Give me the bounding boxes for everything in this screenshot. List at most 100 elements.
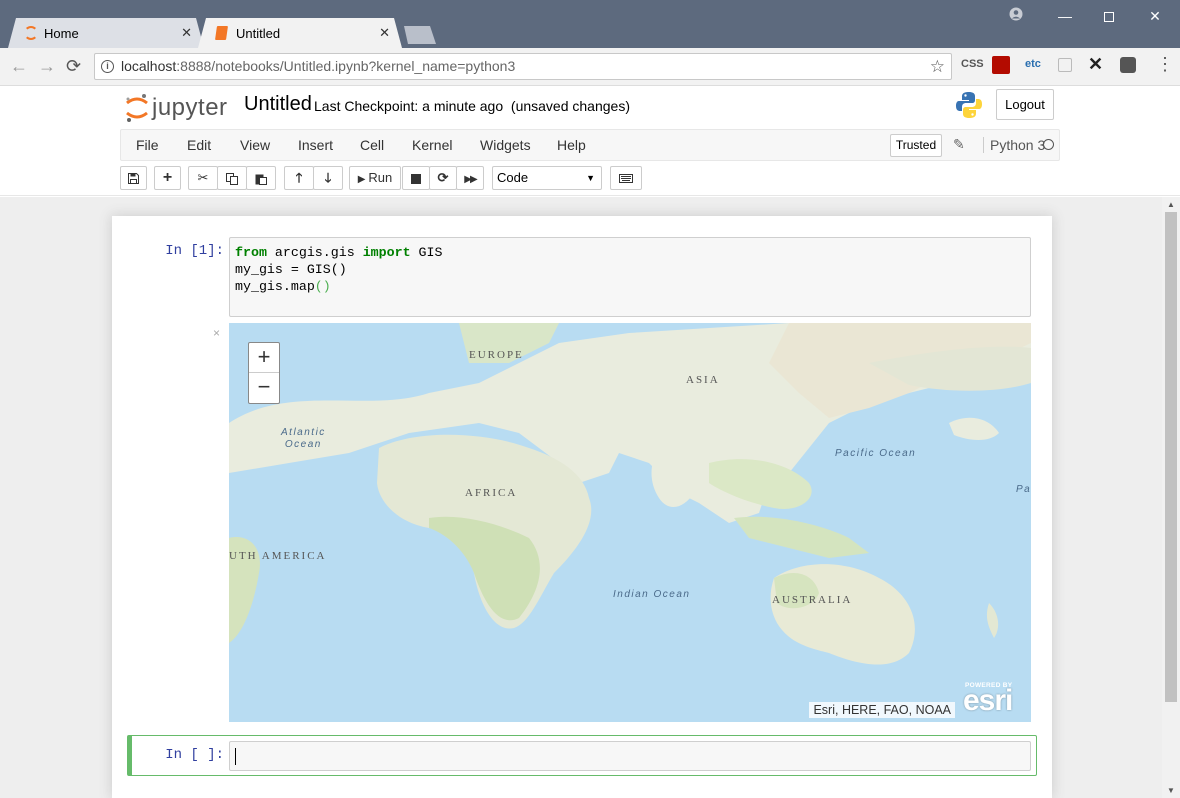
css-extension-icon[interactable]: CSS <box>961 58 984 70</box>
copy-button[interactable] <box>217 166 247 190</box>
run-button[interactable]: ▶ Run <box>349 166 401 190</box>
url-path: :8888/notebooks/Untitled.ipynb?kernel_na… <box>176 58 516 74</box>
edit-pencil-icon[interactable]: ✎ <box>953 136 965 153</box>
browser-titlebar: Home ✕ Untitled ✕ — ✕ <box>0 0 1180 48</box>
stop-button[interactable] <box>402 166 430 190</box>
map-label-atlantic-1: Atlantic <box>281 427 326 438</box>
notebook-name[interactable]: Untitled <box>244 93 312 116</box>
close-tab-home-icon[interactable]: ✕ <box>181 25 192 41</box>
select-arrow-icon: ▼ <box>586 173 595 183</box>
kernel-name[interactable]: Python 3 <box>983 137 1045 153</box>
jupyter-logo-text: jupyter <box>152 94 228 121</box>
logout-button[interactable]: Logout <box>996 89 1054 120</box>
restart-button[interactable]: ⟳ <box>429 166 457 190</box>
tab-home-label: Home <box>44 26 79 41</box>
cell-type-value: Code <box>497 170 529 185</box>
run-icon: ▶ <box>357 174 366 185</box>
fast-forward-icon: ▶▶ <box>464 174 477 185</box>
scroll-down-icon[interactable]: ▼ <box>1167 786 1175 795</box>
esri-logo-text: esri <box>963 684 1013 717</box>
jupyter-logo[interactable]: jupyter <box>124 90 228 126</box>
url-host: localhost <box>121 58 177 74</box>
python-logo-icon <box>956 92 982 118</box>
code-parens: () <box>314 279 331 294</box>
keyword: import <box>362 245 411 260</box>
bookmark-star-icon[interactable]: ☆ <box>930 54 945 79</box>
code-text: my_gis.map <box>235 279 315 294</box>
notebook-container: In [1]: from arcgis.gis import GIS my_gi… <box>112 216 1052 798</box>
cut-button[interactable]: ✂ <box>188 166 218 190</box>
maximize-icon[interactable] <box>1094 6 1124 26</box>
note-extension-icon[interactable] <box>1120 57 1136 73</box>
command-palette-button[interactable] <box>610 166 642 190</box>
reload-icon[interactable]: ⟳ <box>66 56 81 76</box>
move-down-icon: 🡓 <box>324 170 332 185</box>
notebook-toolbar: + ✂ 🡑 🡓 ▶ Run ⟳ ▶▶ Code ▼ <box>120 166 1060 192</box>
kernel-status-icon <box>1043 139 1054 150</box>
minimize-icon[interactable]: — <box>1050 6 1080 26</box>
menu-cell[interactable]: Cell <box>360 137 384 153</box>
tab-untitled[interactable]: Untitled ✕ <box>198 18 402 48</box>
back-icon[interactable]: ← <box>10 56 28 76</box>
code-text: my_gis = GIS() <box>235 262 347 277</box>
tools-extension-icon[interactable]: ✕ <box>1088 54 1103 75</box>
pdf-extension-icon[interactable] <box>992 56 1010 74</box>
zoom-out-button[interactable]: − <box>249 373 279 403</box>
move-down-button[interactable]: 🡓 <box>313 166 343 190</box>
zoom-in-button[interactable]: + <box>249 343 279 373</box>
menu-edit[interactable]: Edit <box>187 137 211 153</box>
close-tab-untitled-icon[interactable]: ✕ <box>379 25 390 41</box>
map-widget[interactable]: EUROPE ASIA AFRICA UTH AMERICA AUSTRALIA… <box>229 323 1031 722</box>
close-output-icon[interactable]: × <box>213 326 220 340</box>
menu-file[interactable]: File <box>136 137 159 153</box>
new-tab-button[interactable] <box>404 26 436 44</box>
map-label-asia: ASIA <box>686 374 720 386</box>
menu-insert[interactable]: Insert <box>298 137 333 153</box>
info-icon: i <box>101 60 114 73</box>
reader-extension-icon[interactable] <box>1058 58 1072 72</box>
scroll-up-icon[interactable]: ▲ <box>1167 200 1175 209</box>
profile-icon[interactable] <box>1001 6 1031 26</box>
etc-extension-icon[interactable]: etc <box>1025 58 1041 70</box>
move-up-button[interactable]: 🡑 <box>284 166 314 190</box>
map-attribution: Esri, HERE, FAO, NOAA <box>809 702 955 718</box>
map-label-europe: EUROPE <box>469 349 524 361</box>
menu-view[interactable]: View <box>240 137 270 153</box>
add-cell-button[interactable]: + <box>154 166 181 190</box>
code-input[interactable] <box>229 741 1031 771</box>
cell-type-select[interactable]: Code ▼ <box>492 166 602 190</box>
paste-icon <box>255 174 267 185</box>
restart-run-all-button[interactable]: ▶▶ <box>456 166 484 190</box>
map-label-atlantic-2: Ocean <box>284 439 322 450</box>
jupyter-header: jupyter Untitled Last Checkpoint: a minu… <box>0 86 1180 196</box>
jupyter-favicon <box>24 26 38 40</box>
menu-widgets[interactable]: Widgets <box>480 137 531 153</box>
jupyter-logo-icon <box>126 94 148 122</box>
close-window-icon[interactable]: ✕ <box>1140 6 1170 26</box>
forward-icon[interactable]: → <box>38 56 56 76</box>
menu-help[interactable]: Help <box>557 137 586 153</box>
tab-home[interactable]: Home ✕ <box>8 18 204 48</box>
notebook-favicon <box>215 26 228 40</box>
code-cell-selected[interactable]: In [ ]: <box>127 735 1037 776</box>
trusted-indicator[interactable]: Trusted <box>890 134 942 157</box>
address-bar: ← → ⟳ i localhost:8888/notebooks/Untitle… <box>0 48 1180 86</box>
paste-button[interactable] <box>246 166 276 190</box>
menu-bar: File Edit View Insert Cell Kernel Widget… <box>120 129 1060 161</box>
code-input[interactable]: from arcgis.gis import GIS my_gis = GIS(… <box>229 237 1031 317</box>
copy-icon <box>226 172 238 185</box>
menu-kernel[interactable]: Kernel <box>412 137 452 153</box>
input-prompt: In [ ]: <box>165 747 224 763</box>
map-label-africa: AFRICA <box>465 487 518 499</box>
scrollbar-thumb[interactable] <box>1165 212 1177 702</box>
text-cursor <box>235 748 236 765</box>
url-input[interactable]: i localhost:8888/notebooks/Untitled.ipyn… <box>94 53 952 80</box>
code-text: arcgis.gis <box>266 245 363 260</box>
chrome-menu-icon[interactable]: ⋮ <box>1156 55 1174 73</box>
keyword: from <box>235 245 267 260</box>
input-prompt: In [1]: <box>165 243 224 259</box>
esri-logo[interactable]: POWERED BY esri <box>963 682 1023 716</box>
run-label: Run <box>368 170 393 185</box>
save-button[interactable] <box>120 166 147 190</box>
zoom-control: + − <box>248 342 280 404</box>
